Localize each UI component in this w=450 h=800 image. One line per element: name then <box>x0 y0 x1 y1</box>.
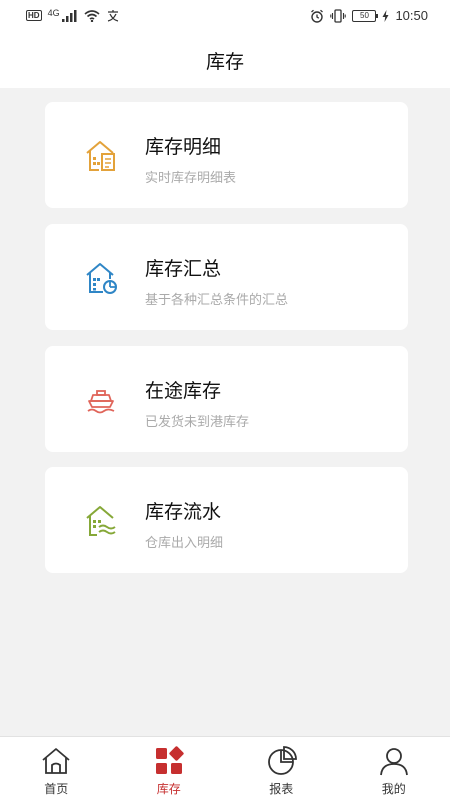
charging-icon <box>382 9 389 22</box>
card-subtitle: 仓库出入明细 <box>145 536 224 551</box>
card-in-transit[interactable]: 在途库存 已发货未到港库存 <box>45 346 408 452</box>
alarm-icon <box>311 9 324 23</box>
tab-home[interactable]: 首页 <box>0 737 113 800</box>
tab-inventory[interactable]: 库存 <box>113 737 226 800</box>
tab-mine[interactable]: 我的 <box>338 737 450 800</box>
card-title: 库存流水 <box>145 501 222 523</box>
hd-badge: HD <box>26 10 42 21</box>
page-header: 库存 <box>0 32 450 88</box>
grid-icon <box>155 746 184 774</box>
home-icon <box>42 748 70 774</box>
card-subtitle: 已发货未到港库存 <box>145 415 250 430</box>
tab-label: 报表 <box>269 782 294 796</box>
warehouse-flow-icon <box>86 506 116 536</box>
bottom-tab-bar: 首页 库存 报表 我的 <box>0 736 450 800</box>
card-title: 库存明细 <box>145 136 222 158</box>
user-icon <box>379 748 408 776</box>
status-right: 50 10:50 <box>310 8 428 23</box>
card-subtitle: 基于各种汇总条件的汇总 <box>145 293 289 308</box>
status-time: 10:50 <box>395 8 428 23</box>
warehouse-summary-icon <box>86 263 117 294</box>
status-bar: HD 4G 50 10:50 <box>0 0 450 32</box>
card-inventory-summary[interactable]: 库存汇总 基于各种汇总条件的汇总 <box>45 224 408 330</box>
card-subtitle: 实时库存明细表 <box>145 171 237 186</box>
tab-reports[interactable]: 报表 <box>225 737 338 800</box>
page-title: 库存 <box>205 50 244 73</box>
wifi-icon <box>84 9 100 22</box>
tab-label: 我的 <box>381 782 406 796</box>
vibrate-icon <box>330 8 347 23</box>
tab-label: 首页 <box>44 782 69 796</box>
status-left: HD 4G <box>26 8 120 22</box>
translate-icon <box>107 10 118 22</box>
battery-indicator: 50 <box>352 9 379 22</box>
network-type: 4G <box>47 8 60 18</box>
card-title: 在途库存 <box>145 380 222 402</box>
card-inventory-flow[interactable]: 库存流水 仓库出入明细 <box>45 467 408 573</box>
card-title: 库存汇总 <box>145 258 222 280</box>
warehouse-detail-icon <box>86 141 115 171</box>
signal-icon <box>61 9 77 22</box>
card-inventory-detail[interactable]: 库存明细 实时库存明细表 <box>45 102 408 208</box>
ship-icon <box>87 390 115 414</box>
pie-chart-icon <box>268 746 298 775</box>
tab-label: 库存 <box>156 782 181 796</box>
